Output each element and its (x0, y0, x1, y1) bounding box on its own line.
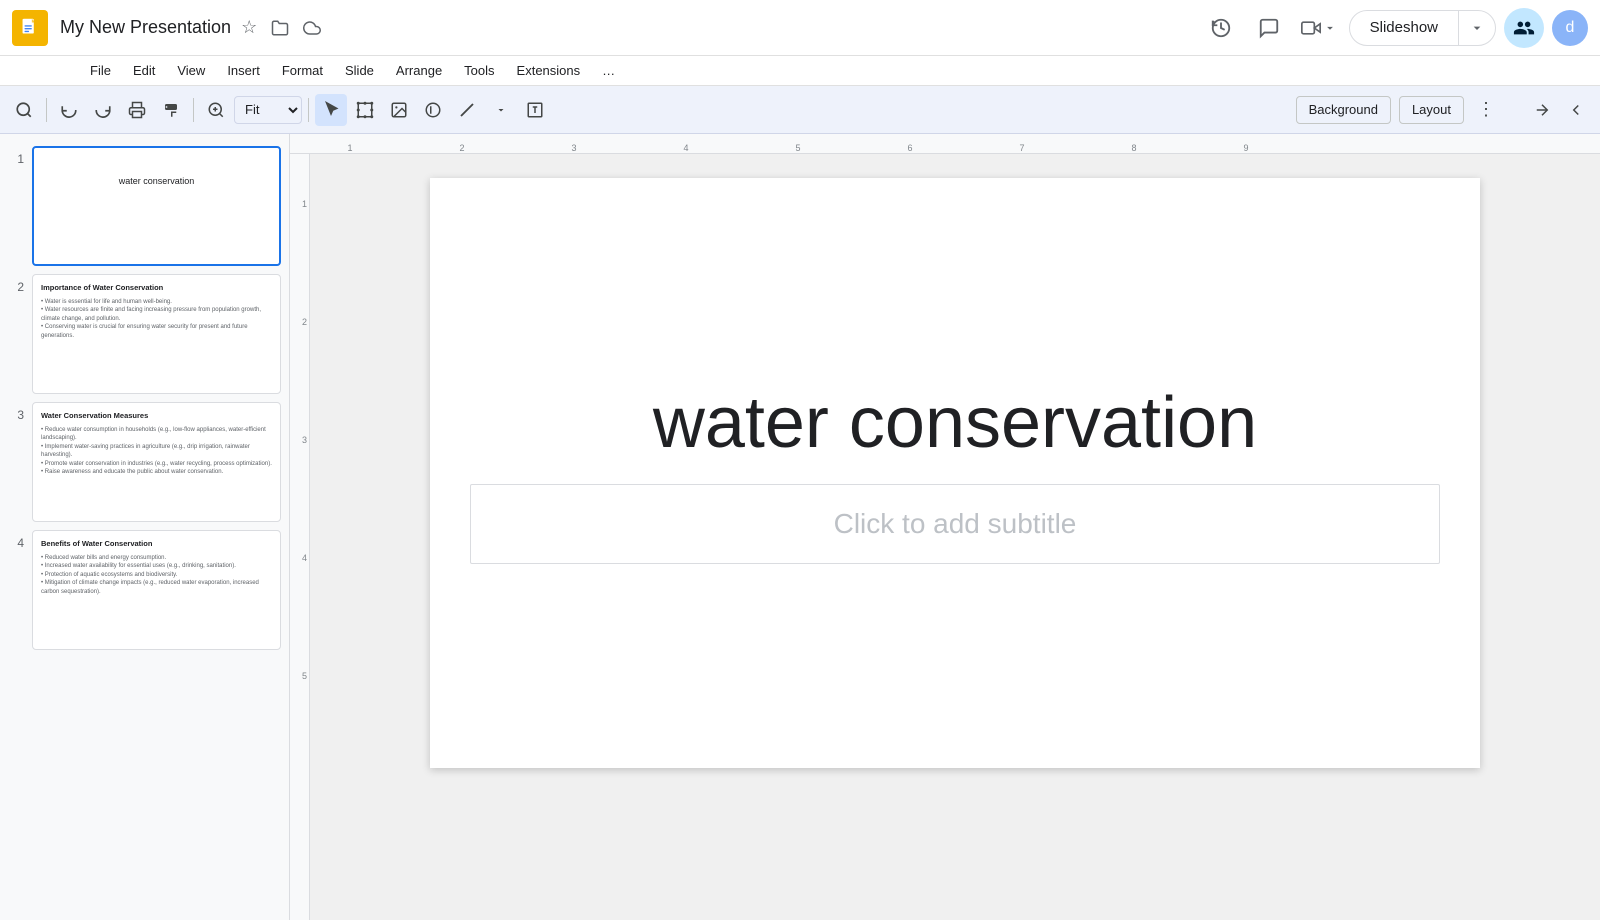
menubar: FileEditViewInsertFormatSlideArrangeTool… (0, 56, 1600, 86)
menu-item-insert[interactable]: Insert (217, 59, 270, 82)
slide-panel: 1 water conservation 2 Importance of Water … (0, 134, 290, 920)
zoom-button[interactable] (200, 94, 232, 126)
slide-number-3: 3 (8, 408, 24, 422)
meet-button[interactable] (1297, 8, 1341, 48)
slide-number-2: 2 (8, 280, 24, 294)
menu-item-more[interactable]: … (592, 59, 625, 82)
slide-item-1[interactable]: 1 water conservation (0, 142, 289, 270)
slide-thumbnail-4: Benefits of Water Conservation • Reduced … (32, 530, 281, 650)
slide-subtitle-placeholder: Click to add subtitle (834, 508, 1077, 540)
slide-main-title[interactable]: water conservation (430, 382, 1480, 464)
textbox-button[interactable] (519, 94, 551, 126)
history-button[interactable] (1201, 8, 1241, 48)
line-tool-button[interactable] (451, 94, 483, 126)
menu-item-format[interactable]: Format (272, 59, 333, 82)
arrow-mode-button[interactable] (1526, 94, 1558, 126)
slide-thumb-bullets-2: • Water is essential for life and human … (41, 298, 272, 340)
star-button[interactable]: ☆ (237, 13, 261, 42)
slide-thumbnail-2: Importance of Water Conservation • Water … (32, 274, 281, 394)
title-area: My New Presentation ☆ (60, 13, 325, 42)
slideshow-main-button[interactable]: Slideshow (1350, 11, 1459, 45)
menu-item-extensions[interactable]: Extensions (507, 59, 591, 82)
slide-thumb-text-1: water conservation (42, 176, 271, 186)
slide-item-4[interactable]: 4 Benefits of Water Conservation • Reduced… (0, 526, 289, 654)
slide-thumb-bullets-4: • Reduced water bills and energy consump… (41, 554, 272, 596)
slide-thumb-heading-3: Water Conservation Measures (41, 411, 272, 420)
redo-button[interactable] (87, 94, 119, 126)
app-icon (12, 10, 48, 46)
more-options-button[interactable]: ⋮ (1470, 94, 1502, 126)
menu-item-tools[interactable]: Tools (454, 59, 504, 82)
ruler-horizontal: 1 2 3 4 5 6 7 8 9 (290, 134, 1600, 154)
ruler-v-mark-1: 1 (290, 199, 310, 209)
slideshow-dropdown-button[interactable] (1459, 11, 1495, 45)
header-right: Slideshow d (1201, 8, 1588, 48)
line-dropdown-button[interactable] (485, 94, 517, 126)
doc-title[interactable]: My New Presentation (60, 17, 231, 38)
ruler-vertical: 1 2 3 4 5 (290, 154, 310, 920)
slide-subtitle-box[interactable]: Click to add subtitle (470, 484, 1440, 564)
search-button[interactable] (8, 94, 40, 126)
ruler-h-mark-7: 7 (1019, 143, 1024, 153)
ruler-h-mark-8: 8 (1131, 143, 1136, 153)
slide-number-1: 1 (8, 152, 24, 166)
insert-image-button[interactable] (383, 94, 415, 126)
ruler-h-mark-5: 5 (795, 143, 800, 153)
insert-shape-button[interactable] (417, 94, 449, 126)
paint-format-button[interactable] (155, 94, 187, 126)
slide-number-4: 4 (8, 536, 24, 550)
header: My New Presentation ☆ Slideshow (0, 0, 1600, 56)
menu-item-edit[interactable]: Edit (123, 59, 165, 82)
ruler-v-mark-3: 3 (290, 435, 310, 445)
slide-thumbnail-3: Water Conservation Measures • Reduce wate… (32, 402, 281, 522)
undo-button[interactable] (53, 94, 85, 126)
ruler-v-mark-5: 5 (290, 671, 310, 681)
slide-thumb-bullets-3: • Reduce water consumption in households… (41, 426, 272, 476)
background-button[interactable]: Background (1296, 96, 1391, 124)
slideshow-button-group: Slideshow (1349, 10, 1496, 46)
slide-canvas-wrap[interactable]: water conservation Click to add subtitle (310, 154, 1600, 920)
cloud-button[interactable] (299, 15, 325, 41)
menu-item-arrange[interactable]: Arrange (386, 59, 452, 82)
menu-item-file[interactable]: File (80, 59, 121, 82)
slide-thumb-heading-2: Importance of Water Conservation (41, 283, 272, 292)
slide-thumbnail-1: water conservation (32, 146, 281, 266)
cursor-select-button[interactable] (315, 94, 347, 126)
collapse-button[interactable] (1560, 94, 1592, 126)
layout-button[interactable]: Layout (1399, 96, 1464, 124)
transform-handles-button[interactable] (349, 94, 381, 126)
folder-button[interactable] (267, 15, 293, 41)
slide-item-3[interactable]: 3 Water Conservation Measures • Reduce wat… (0, 398, 289, 526)
ruler-h-mark-9: 9 (1243, 143, 1248, 153)
slide-thumb-heading-4: Benefits of Water Conservation (41, 539, 272, 548)
canvas-area: 1 2 3 4 5 water conservation Click to add su… (290, 154, 1600, 920)
ruler-h-mark-1: 1 (347, 143, 352, 153)
toolbar-divider-1 (46, 98, 47, 122)
ruler-h-mark-3: 3 (571, 143, 576, 153)
user-avatar[interactable]: d (1552, 10, 1588, 46)
ruler-v-mark-2: 2 (290, 317, 310, 327)
menu-item-view[interactable]: View (167, 59, 215, 82)
editor-area: 1 2 3 4 5 6 7 8 9 1 2 3 4 5 water conservation Click… (290, 134, 1600, 920)
ruler-h-mark-6: 6 (907, 143, 912, 153)
toolbar-divider-3 (308, 98, 309, 122)
slide-item-2[interactable]: 2 Importance of Water Conservation • Water… (0, 270, 289, 398)
toolbar: Fit 50% 75% 100% 125% 150% 200% Backgrou… (0, 86, 1600, 134)
toolbar-divider-2 (193, 98, 194, 122)
add-person-button[interactable] (1504, 8, 1544, 48)
main: 1 water conservation 2 Importance of Water … (0, 134, 1600, 920)
ruler-h-mark-4: 4 (683, 143, 688, 153)
menu-item-slide[interactable]: Slide (335, 59, 384, 82)
zoom-select[interactable]: Fit 50% 75% 100% 125% 150% 200% (234, 96, 302, 124)
ruler-h-mark-2: 2 (459, 143, 464, 153)
ruler-v-mark-4: 4 (290, 553, 310, 563)
print-button[interactable] (121, 94, 153, 126)
comments-button[interactable] (1249, 8, 1289, 48)
slide-canvas: water conservation Click to add subtitle (430, 178, 1480, 768)
